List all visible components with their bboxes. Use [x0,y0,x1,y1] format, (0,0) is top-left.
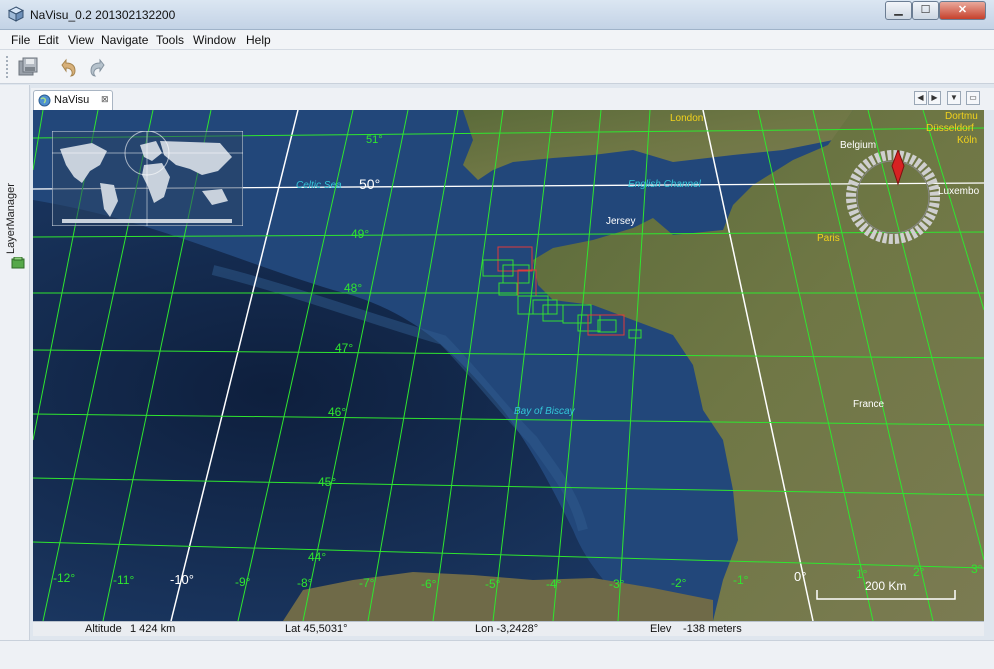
lat-label-49: 49° [351,227,370,241]
lon-label-10w: -10° [170,572,194,587]
place-dusseldorf: Düsseldorf [926,123,974,134]
place-london: London [670,113,704,124]
lon-label-11w: -11° [113,573,135,587]
menu-view[interactable]: View [68,33,94,47]
lon-label-2w: -2° [671,576,687,590]
layer-manager-tab[interactable]: LayerManager [4,182,18,258]
tab-scroll-left-icon[interactable]: ◀ [914,91,927,105]
lat-label-44: 44° [308,550,327,564]
scale-bar-label: 200 Km [865,579,907,593]
place-koln: Köln [957,135,978,146]
layer-manager-label: LayerManager [5,183,17,254]
lon-label-6w: -6° [421,577,437,591]
lat-label-50: 50° [359,176,381,192]
lat-label-47: 47° [335,341,354,355]
maximize-button[interactable]: ☐ [912,1,939,20]
tab-maximize-icon[interactable]: ▭ [966,91,980,105]
map-labels: 51° 50° 49° 48° 47° 46° 45° 44° -12° -11… [33,110,984,621]
tab-navisu-label: NaVisu [54,94,90,106]
minimize-icon: ▁ [894,4,903,16]
globe-icon [38,94,51,107]
place-luxembourg: Luxembo [938,186,980,197]
redo-icon[interactable] [86,55,110,79]
title-bar: NaVisu_0.2 201302132200 ▁ ☐ ✕ [0,0,994,30]
place-dortmund: Dortmu [945,111,978,122]
tab-navisu[interactable]: NaVisu ⊠ [33,90,113,110]
lat-label-51: 51° [366,134,383,146]
layers-icon[interactable] [11,257,25,269]
altitude-label: Altitude [85,623,122,635]
latitude-readout: Lat 45,5031° [285,623,348,635]
menu-bar: File Edit View Navigate Tools Window Hel… [0,30,994,50]
lat-label-48: 48° [344,281,363,295]
lon-label-7w: -7° [359,576,375,590]
lon-label-2e: 2° [913,565,925,579]
lat-label-45: 45° [318,475,337,489]
elevation-value: -138 meters [683,623,742,635]
tab-list-dropdown-icon[interactable]: ▼ [947,91,961,105]
menu-edit[interactable]: Edit [38,33,59,47]
elevation-label: Elev [650,623,672,635]
lon-label-12w: -12° [53,571,76,585]
lat-label-46: 46° [328,405,347,419]
lon-label-5w: -5° [485,577,501,591]
lon-label-3e: 3° [971,562,983,576]
maximize-icon: ☐ [920,4,931,16]
tab-close-icon[interactable]: ⊠ [101,94,109,105]
menu-tools[interactable]: Tools [156,33,184,47]
editor-tab-bar: NaVisu ⊠ ◀ ▶ ▼ ▭ [31,88,994,110]
lon-label-0: 0° [794,569,807,584]
place-celtic-sea: Celtic Sea [296,180,342,191]
undo-icon[interactable] [56,55,80,79]
close-icon: ✕ [957,4,968,16]
save-all-icon[interactable] [16,55,40,79]
menu-file[interactable]: File [11,33,30,47]
altitude-value: 1 424 km [130,623,176,635]
tab-scroll-right-icon[interactable]: ▶ [928,91,941,105]
menu-help[interactable]: Help [246,33,271,47]
toolbar-grip[interactable] [6,56,10,78]
window-title: NaVisu_0.2 201302132200 [30,8,176,22]
place-paris: Paris [817,233,840,244]
app-cube-icon [8,6,24,22]
lon-label-4w: -4° [546,577,562,591]
lon-label-3w: -3° [609,577,625,591]
place-jersey: Jersey [606,216,636,227]
close-button[interactable]: ✕ [939,1,986,20]
toolbar [0,50,994,84]
lon-label-8w: -8° [297,576,313,590]
place-english-channel: English Channel [628,179,701,190]
place-bay-of-biscay: Bay of Biscay [514,406,575,417]
status-bar: Altitude 1 424 km Lat 45,5031° Lon -3,24… [33,621,984,636]
place-belgium: Belgium [840,140,877,151]
globe-map-view[interactable]: 51° 50° 49° 48° 47° 46° 45° 44° -12° -11… [33,110,984,621]
lon-label-9w: -9° [235,575,251,589]
longitude-readout: Lon -3,2428° [475,623,539,635]
menu-navigate[interactable]: Navigate [101,33,148,47]
place-france: France [853,399,885,410]
left-side-bar: LayerManager [0,85,30,640]
bottom-status-area [0,640,994,669]
lon-label-1w: -1° [733,573,749,587]
minimize-button[interactable]: ▁ [885,1,912,20]
menu-window[interactable]: Window [193,33,236,47]
